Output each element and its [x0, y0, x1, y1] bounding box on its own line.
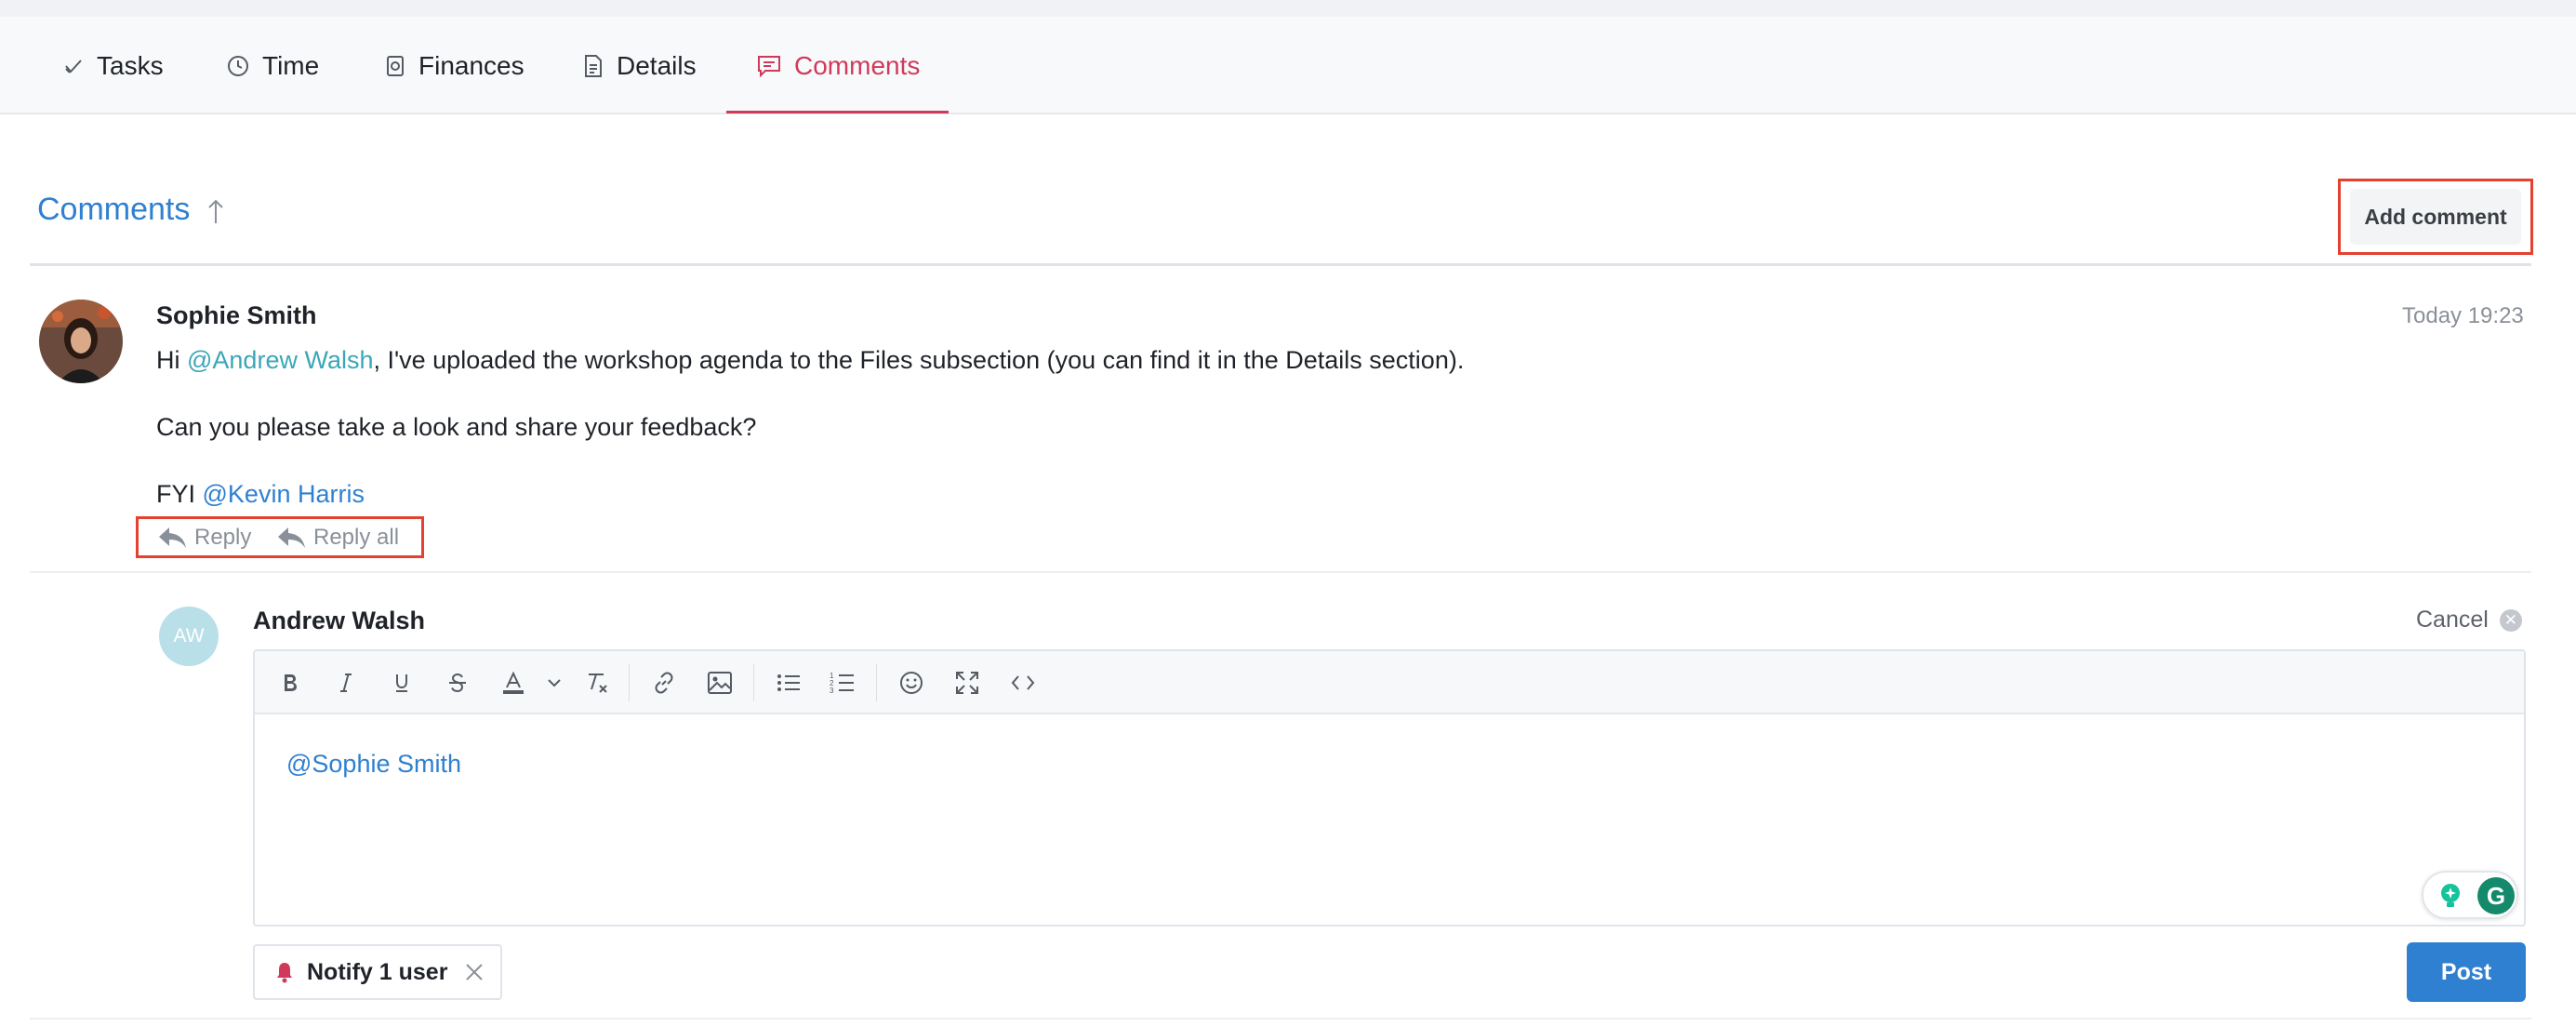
- text-color-icon[interactable]: [495, 664, 532, 701]
- comment-timestamp: Today 19:23: [2402, 303, 2524, 328]
- header-divider: [30, 263, 2531, 266]
- cancel-button[interactable]: Cancel ✕: [2416, 607, 2522, 634]
- tab-bar: Tasks Time Finances Details Comments: [0, 17, 2576, 114]
- comment-line-1: Hi @Andrew Walsh, I've uploaded the work…: [156, 346, 1464, 375]
- tab-label: Tasks: [97, 50, 164, 80]
- add-comment-button-highlight: Add comment: [2338, 179, 2533, 255]
- bell-icon: [277, 963, 292, 983]
- active-tab-indicator: [726, 111, 949, 113]
- comment-line-2: Can you please take a look and share you…: [156, 413, 757, 441]
- tab-tasks[interactable]: Tasks: [63, 17, 164, 114]
- image-icon[interactable]: [701, 664, 738, 701]
- avatar: [39, 300, 123, 383]
- reply-label: Reply: [194, 524, 252, 550]
- code-icon[interactable]: [1004, 664, 1042, 701]
- clear-format-icon[interactable]: [578, 664, 616, 701]
- clock-icon: [228, 55, 248, 76]
- tab-label: Comments: [794, 50, 921, 80]
- top-strip: [0, 0, 2576, 17]
- notify-label: Notify 1 user: [307, 958, 448, 985]
- bottom-divider: [30, 1018, 2531, 1020]
- reply-icon: [159, 527, 186, 548]
- numbered-list-icon[interactable]: 123: [824, 664, 861, 701]
- chevron-down-icon[interactable]: [536, 664, 573, 701]
- tab-finances[interactable]: Finances: [385, 17, 524, 114]
- tab-label: Time: [262, 50, 320, 80]
- comment-divider: [30, 571, 2531, 573]
- comment-author: Sophie Smith: [156, 301, 317, 329]
- mention-link[interactable]: @Kevin Harris: [203, 480, 365, 508]
- link-icon[interactable]: [645, 664, 683, 701]
- comments-title: Comments: [37, 192, 191, 227]
- reply-all-button[interactable]: Reply all: [276, 519, 399, 555]
- close-icon[interactable]: [463, 961, 485, 983]
- text-segment: Hi: [156, 346, 187, 374]
- text-segment: , I've uploaded the workshop agenda to t…: [373, 346, 1465, 374]
- close-icon: ✕: [2499, 608, 2522, 632]
- toolbar-divider: [876, 664, 877, 701]
- comment-icon: [758, 55, 780, 77]
- tab-details[interactable]: Details: [583, 17, 697, 114]
- comment-line-3: FYI @Kevin Harris: [156, 480, 365, 509]
- reply-author: Andrew Walsh: [253, 607, 426, 634]
- editor-toolbar: 123: [255, 651, 2524, 714]
- grammarly-widget[interactable]: G: [2422, 871, 2518, 919]
- emoji-icon[interactable]: [893, 664, 930, 701]
- fullscreen-icon[interactable]: [949, 664, 986, 701]
- avatar: AW: [159, 607, 219, 666]
- cancel-label: Cancel: [2416, 607, 2489, 633]
- bullet-list-icon[interactable]: [770, 664, 807, 701]
- toolbar-divider: [753, 664, 754, 701]
- document-icon: [585, 54, 602, 77]
- bold-icon[interactable]: [272, 664, 309, 701]
- grammarly-icon: G: [2477, 877, 2515, 914]
- add-comment-button[interactable]: Add comment: [2350, 189, 2521, 245]
- toolbar-divider: [629, 664, 630, 701]
- post-button[interactable]: Post: [2407, 942, 2526, 1002]
- tab-comments[interactable]: Comments: [757, 17, 920, 114]
- svg-text:3: 3: [830, 687, 834, 695]
- lightbulb-icon: [2441, 884, 2460, 907]
- mention-link[interactable]: @Andrew Walsh: [187, 346, 373, 374]
- strikethrough-icon[interactable]: [439, 664, 476, 701]
- editor-mention[interactable]: @Sophie Smith: [286, 750, 461, 779]
- reply-all-label: Reply all: [313, 524, 400, 550]
- check-icon: [65, 59, 82, 73]
- reply-button[interactable]: Reply: [157, 519, 251, 555]
- tab-label: Details: [617, 50, 697, 80]
- rich-text-editor[interactable]: 123 @Sophie Smith G: [253, 649, 2526, 927]
- reply-all-icon: [278, 527, 305, 548]
- reply-actions-highlight: Reply Reply all: [136, 516, 424, 558]
- italic-icon[interactable]: [327, 664, 365, 701]
- arrow-up-icon[interactable]: [206, 197, 225, 230]
- text-segment: FYI: [156, 480, 203, 508]
- underline-icon[interactable]: [383, 664, 420, 701]
- notify-users-chip[interactable]: Notify 1 user: [253, 944, 502, 1000]
- tab-label: Finances: [418, 50, 524, 80]
- coins-icon: [387, 55, 404, 76]
- tab-time[interactable]: Time: [227, 17, 319, 114]
